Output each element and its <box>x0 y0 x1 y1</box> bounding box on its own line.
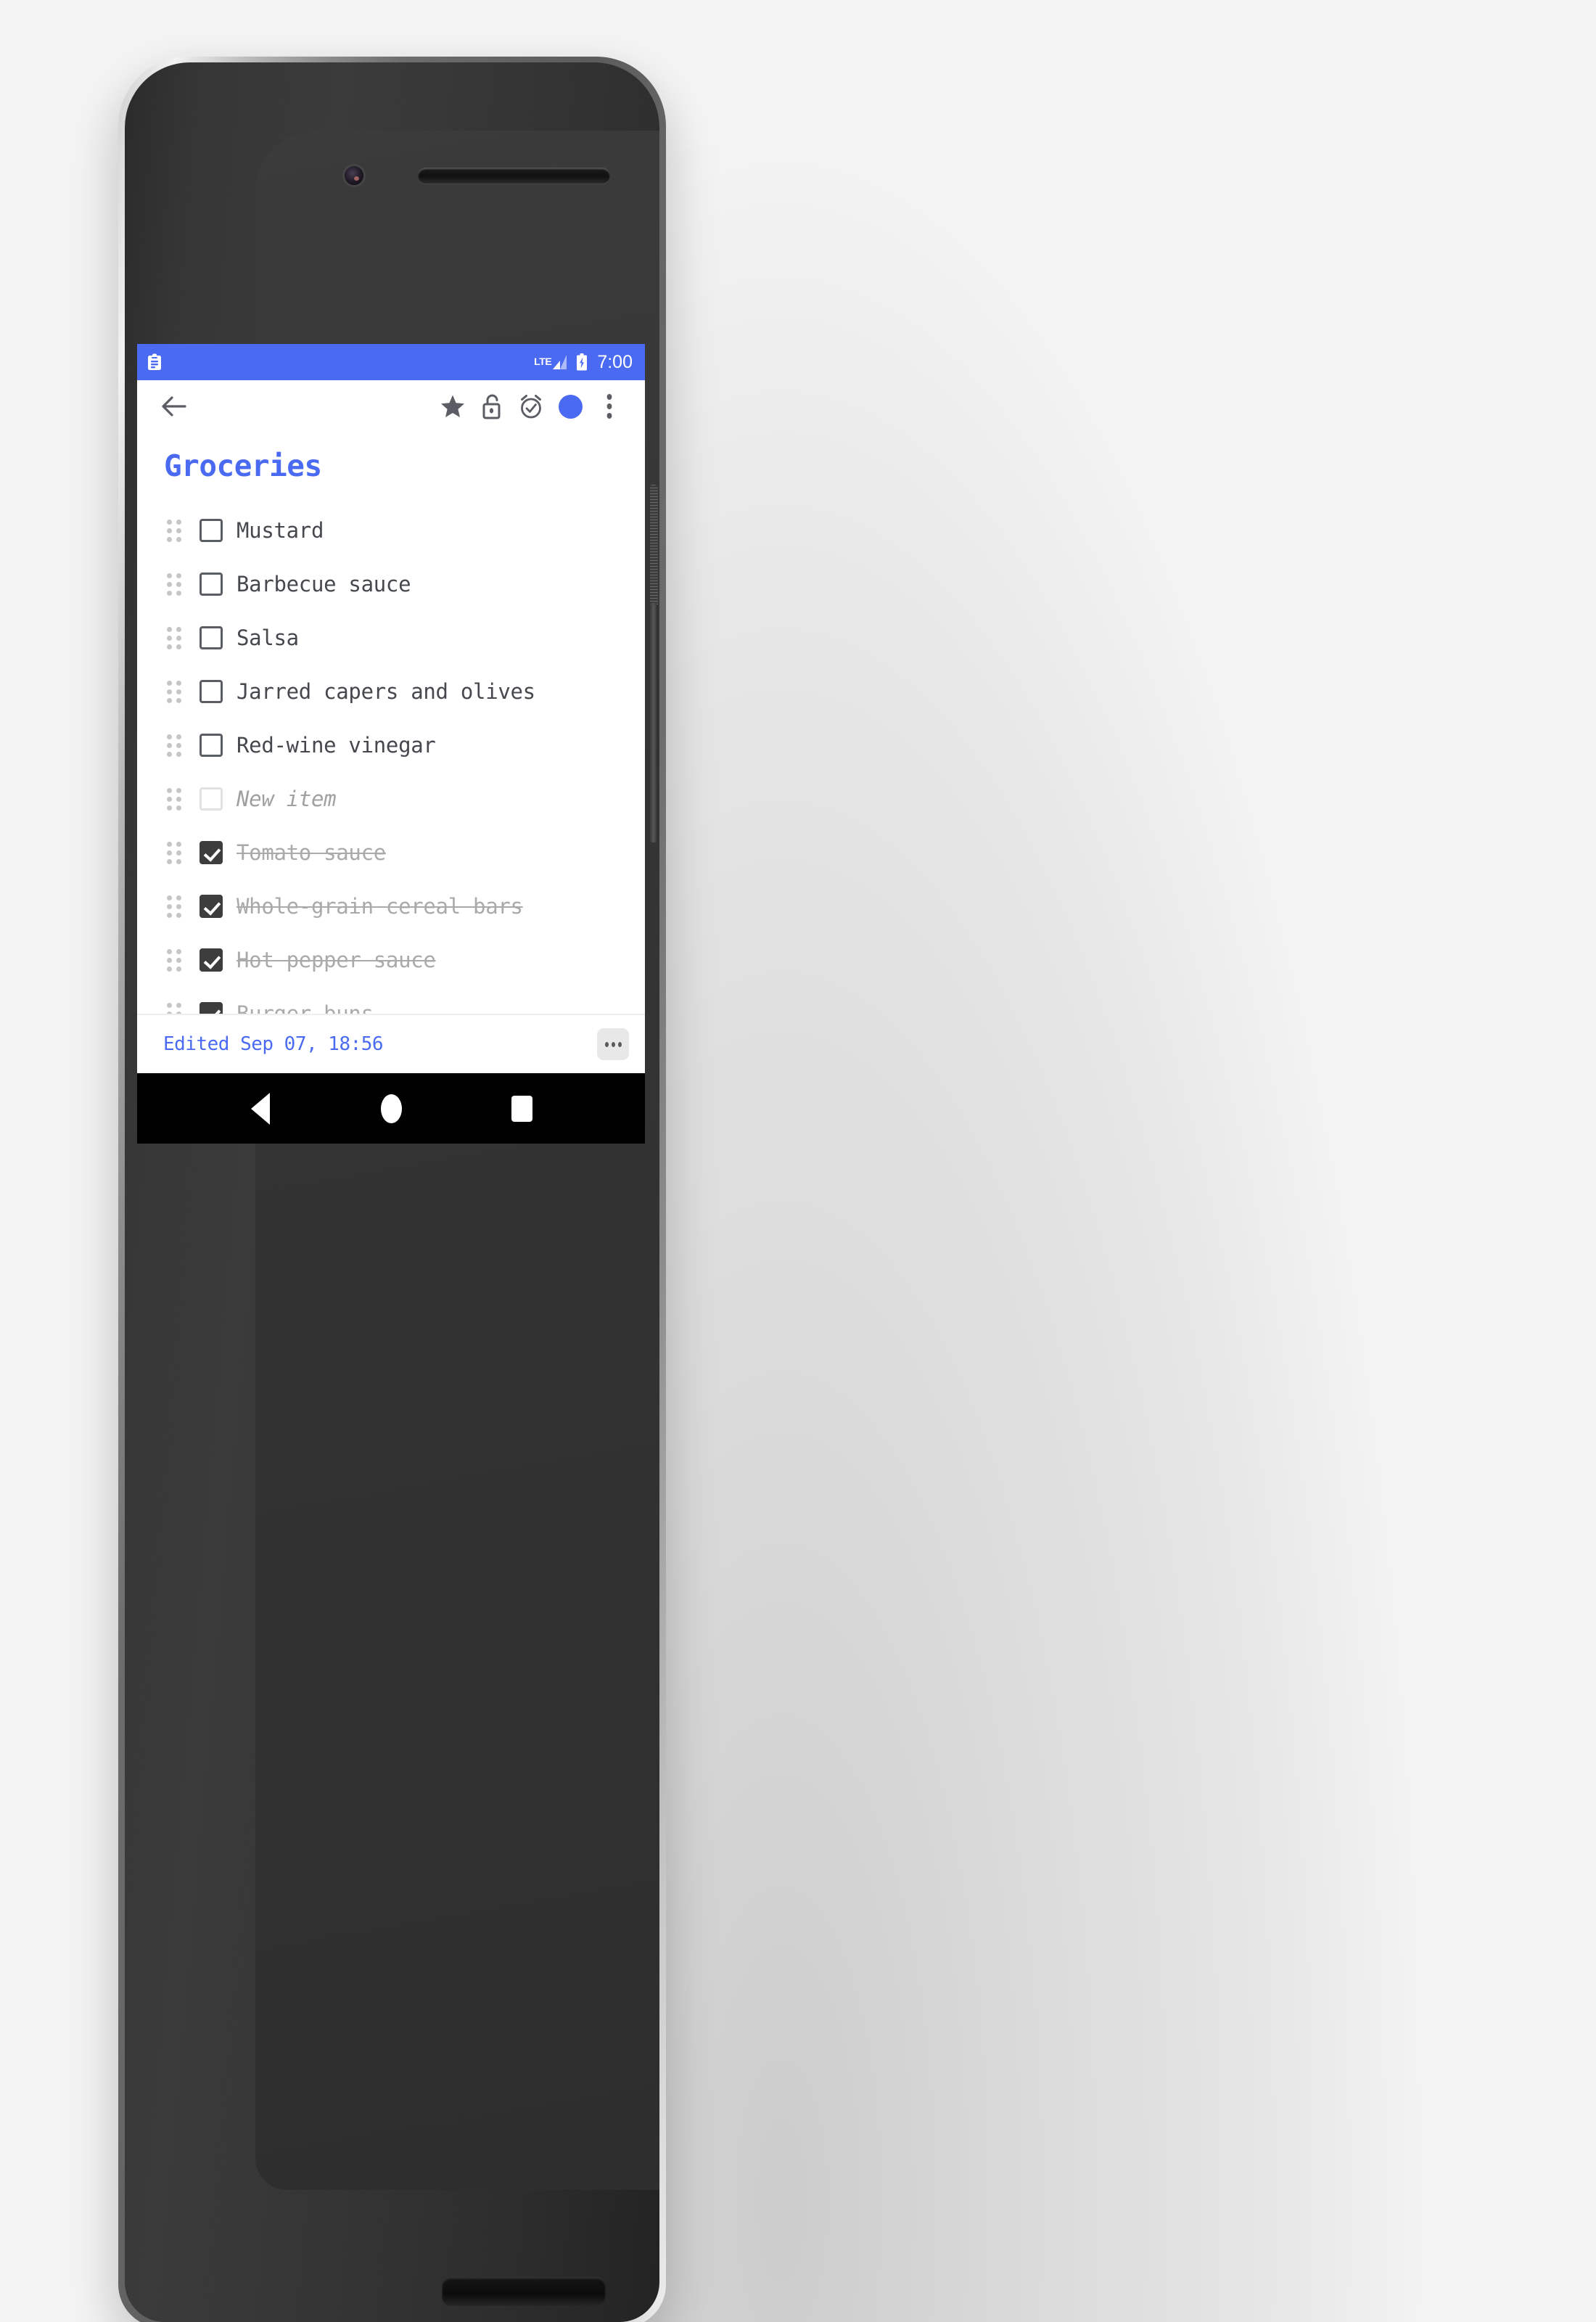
status-clock: 7:00 <box>597 351 633 372</box>
more-horizontal-icon <box>617 1041 622 1047</box>
network-type-label: LTE <box>534 356 552 367</box>
star-filled-icon <box>440 394 465 419</box>
front-camera-icon <box>345 166 363 185</box>
battery-charging-icon <box>576 353 588 371</box>
nav-recents-button[interactable] <box>495 1083 548 1135</box>
checkbox[interactable] <box>200 895 223 918</box>
more-horizontal-icon <box>604 1041 609 1047</box>
signal-triangle-icon <box>552 354 568 370</box>
alarm-check-icon <box>518 393 544 419</box>
earpiece-speaker <box>418 168 610 184</box>
screenshot-stage: LTE 7:00 Groceries Mustard Barbecue sauc… <box>0 0 1596 2322</box>
edited-timestamp: Edited Sep 07, 18:56 <box>163 1033 384 1055</box>
phone-screen: LTE 7:00 Groceries Mustard Barbecue sauc… <box>137 344 645 1073</box>
checklist: Mustard Barbecue sauce Salsa Jarred cape… <box>137 483 645 1041</box>
list-item[interactable]: Whole-grain cereal bars <box>137 879 645 933</box>
android-navigation-bar <box>137 1073 645 1144</box>
list-item-label[interactable]: Tomato sauce <box>236 840 386 865</box>
footer-overflow-button[interactable] <box>597 1028 629 1060</box>
note-title[interactable]: Groceries <box>137 432 645 483</box>
nav-back-button[interactable] <box>234 1083 287 1135</box>
back-button[interactable] <box>155 387 194 426</box>
list-item[interactable]: Barbecue sauce <box>137 557 645 611</box>
app-toolbar <box>137 380 645 432</box>
circle-home-icon <box>380 1094 402 1123</box>
bottom-speaker-grille <box>442 2277 606 2306</box>
list-item[interactable]: Tomato sauce <box>137 826 645 879</box>
list-item-label[interactable]: Whole-grain cereal bars <box>236 894 523 919</box>
checkbox[interactable] <box>200 519 223 542</box>
volume-rocker-button[interactable] <box>650 603 658 842</box>
checkbox[interactable] <box>200 787 223 811</box>
list-item-label[interactable]: Salsa <box>236 625 299 650</box>
drag-handle-icon[interactable] <box>166 519 182 542</box>
more-vertical-icon <box>606 394 613 419</box>
list-item[interactable]: Red-wine vinegar <box>137 718 645 772</box>
list-item[interactable]: Mustard <box>137 504 645 557</box>
drag-handle-icon[interactable] <box>166 895 182 918</box>
list-item[interactable]: Salsa <box>137 611 645 665</box>
reminder-button[interactable] <box>511 387 551 426</box>
checkbox[interactable] <box>200 680 223 703</box>
drag-handle-icon[interactable] <box>166 787 182 811</box>
color-dot-icon <box>558 394 583 419</box>
new-item-row[interactable]: New item <box>137 772 645 826</box>
color-swatch-button[interactable] <box>551 387 590 426</box>
arrow-left-icon <box>161 395 187 418</box>
network-indicator: LTE <box>534 354 568 370</box>
checkbox[interactable] <box>200 626 223 649</box>
checkbox[interactable] <box>200 841 223 864</box>
list-item[interactable]: Hot pepper sauce <box>137 933 645 987</box>
new-item-placeholder[interactable]: New item <box>236 787 337 811</box>
favorite-button[interactable] <box>433 387 472 426</box>
list-item-label[interactable]: Mustard <box>236 518 324 543</box>
list-item-label[interactable]: Jarred capers and olives <box>236 679 535 704</box>
note-footer: Edited Sep 07, 18:56 <box>137 1014 645 1073</box>
drag-handle-icon[interactable] <box>166 841 182 864</box>
list-item-label[interactable]: Hot pepper sauce <box>236 948 436 972</box>
square-recents-icon <box>511 1095 532 1122</box>
list-item-label[interactable]: Red-wine vinegar <box>236 733 436 758</box>
nav-home-button[interactable] <box>365 1083 417 1135</box>
checkbox[interactable] <box>200 734 223 757</box>
checkbox[interactable] <box>200 573 223 596</box>
status-bar: LTE 7:00 <box>137 344 645 380</box>
more-horizontal-icon <box>611 1041 615 1047</box>
list-item[interactable]: Jarred capers and olives <box>137 665 645 718</box>
overflow-menu-button[interactable] <box>590 387 629 426</box>
drag-handle-icon[interactable] <box>166 680 182 703</box>
drag-handle-icon[interactable] <box>166 948 182 972</box>
padlock-unlocked-icon <box>481 393 503 419</box>
drag-handle-icon[interactable] <box>166 573 182 596</box>
list-item-label[interactable]: Barbecue sauce <box>236 572 411 596</box>
clipboard-icon <box>147 353 162 371</box>
drag-handle-icon[interactable] <box>166 734 182 757</box>
triangle-back-icon <box>251 1092 270 1125</box>
lock-button[interactable] <box>472 387 511 426</box>
checkbox[interactable] <box>200 948 223 972</box>
drag-handle-icon[interactable] <box>166 626 182 649</box>
